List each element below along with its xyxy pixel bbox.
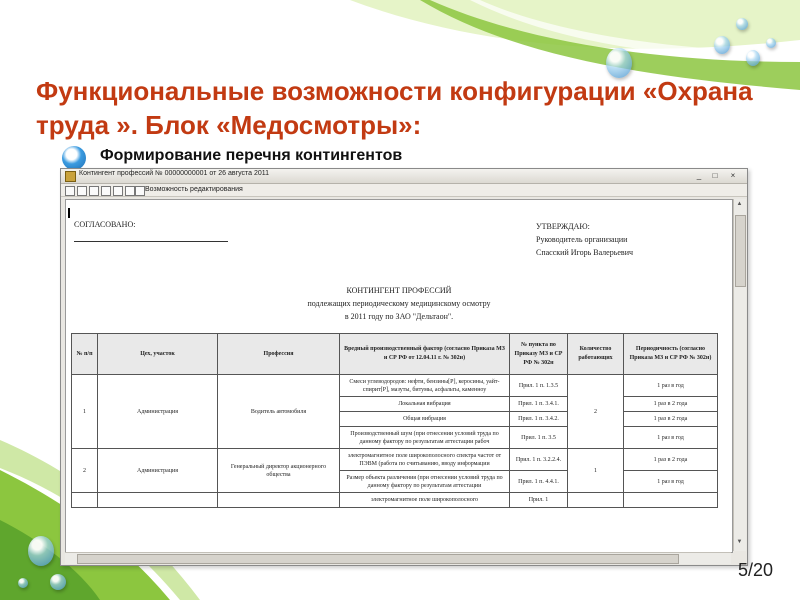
document-subtitle: подлежащих периодическому медицинскому о… [307, 299, 491, 308]
bullet-orb-icon [62, 146, 86, 170]
contingent-table: № п/п Цех, участок Профессия Вредный про… [71, 333, 718, 508]
edit-toggle-label[interactable]: Возможность редактирования [145, 186, 243, 193]
app-window: Контингент профессий № 00000000001 от 26… [60, 168, 748, 566]
row-profession: Водитель автомобиля [217, 374, 340, 449]
water-drop-icon [18, 578, 28, 588]
row-factor: электромагнитное поле широкополосного сп… [339, 448, 510, 471]
bullet-text: Формирование перечня контингентов [100, 147, 403, 164]
page-number: 5/20 [738, 560, 774, 580]
row-factor: Производственный шум (при отнесении усло… [339, 426, 510, 449]
scrollbar-thumb[interactable] [77, 554, 679, 564]
print-icon[interactable] [65, 186, 75, 196]
row-number [71, 492, 98, 508]
row-count: 2 [567, 374, 624, 449]
table-header: Профессия [217, 333, 340, 375]
row-period: 1 раз в 2 года [623, 411, 718, 427]
row-profession [217, 492, 340, 508]
table-row: 2 Администрация Генеральный директор акц… [71, 448, 718, 493]
row-factor: Смеси углеводородов: нефти, бензины[Р], … [339, 374, 510, 397]
approve-block: УТВЕРЖДАЮ: Руководитель организации Спас… [536, 220, 633, 259]
water-drop-icon [714, 36, 730, 54]
approve-heading: УТВЕРЖДАЮ: [536, 222, 590, 231]
paste-icon[interactable] [113, 186, 123, 196]
row-count: 1 [567, 448, 624, 493]
table-header: № п/п [71, 333, 98, 375]
water-drop-icon [766, 38, 776, 48]
horizontal-scrollbar[interactable] [65, 552, 731, 564]
row-period: 1 раз в год [623, 426, 718, 449]
signature-line [74, 241, 228, 242]
approve-role: Руководитель организации [536, 235, 628, 244]
row-period [623, 492, 718, 508]
row-count [567, 492, 624, 508]
row-number: 1 [71, 374, 98, 449]
copy-icon[interactable] [89, 186, 99, 196]
toolbar: Возможность редактирования [61, 184, 747, 197]
water-drop-icon [28, 536, 54, 566]
scroll-up-icon[interactable]: ▲ [735, 201, 744, 211]
minimize-button[interactable]: _ [693, 170, 705, 181]
scrollbar-thumb[interactable] [735, 215, 746, 287]
row-clause: Прил. 1 п. 3.4.1. [509, 396, 568, 412]
row-clause: Прил. 1 п. 3.2.2.4. [509, 448, 568, 471]
table-row: электромагнитное поле широкополосного Пр… [71, 492, 718, 508]
table-header: Количество работающих [567, 333, 624, 375]
table-row: 1 Администрация Водитель автомобиля Смес… [71, 374, 718, 449]
row-number: 2 [71, 448, 98, 493]
vertical-scrollbar[interactable]: ▲ ▼ [733, 199, 746, 551]
row-dept [97, 492, 218, 508]
text-cursor [68, 208, 70, 218]
row-clause: Прил. 1 п. 3.4.2. [509, 411, 568, 427]
row-period: 1 раз в год [623, 374, 718, 397]
maximize-button[interactable]: □ [709, 170, 721, 181]
row-factor: электромагнитное поле широкополосного [339, 492, 510, 508]
slide-title: Функциональные возможности конфигурации … [36, 76, 753, 140]
row-period: 1 раз в 2 года [623, 396, 718, 412]
row-clause: Прил. 1 п. 4.4.1. [509, 470, 568, 493]
document-area[interactable]: СОГЛАСОВАНО: УТВЕРЖДАЮ: Руководитель орг… [65, 199, 733, 553]
cut-icon[interactable] [101, 186, 111, 196]
table-header: Цех, участок [97, 333, 218, 375]
row-dept: Администрация [97, 374, 218, 449]
water-drop-icon [746, 50, 760, 66]
table-header-row: № п/п Цех, участок Профессия Вредный про… [71, 333, 718, 375]
scroll-down-icon[interactable]: ▼ [735, 539, 744, 549]
document-title-block: КОНТИНГЕНТ ПРОФЕССИЙ подлежащих периодич… [66, 284, 732, 323]
row-clause: Прил. 1 [509, 492, 568, 508]
close-button[interactable]: × [727, 170, 739, 181]
row-factor: Локальная вибрация [339, 396, 510, 412]
water-drop-icon [50, 574, 66, 590]
row-profession: Генеральный директор акционерного общест… [217, 448, 340, 493]
app-icon [65, 171, 76, 182]
edit-toggle-icon[interactable] [135, 186, 145, 196]
window-titlebar[interactable]: Контингент профессий № 00000000001 от 26… [61, 169, 747, 184]
table-header: Вредный производственный фактор (согласн… [339, 333, 510, 375]
row-factor: Размер объекта различения (при отнесении… [339, 470, 510, 493]
document-year: в 2011 году по ЗАО "Дельтаон". [344, 312, 454, 321]
row-period: 1 раз в год [623, 470, 718, 493]
agreed-label: СОГЛАСОВАНО: [74, 220, 136, 229]
row-period: 1 раз в 2 года [623, 448, 718, 471]
water-drop-icon [736, 18, 748, 30]
find-icon[interactable] [125, 186, 135, 196]
window-title: Контингент профессий № 00000000001 от 26… [79, 170, 270, 177]
table-header: Периодичность (согласно Приказа МЗ и СР … [623, 333, 718, 375]
row-clause: Прил. 1 п. 3.5 [509, 426, 568, 449]
row-dept: Администрация [97, 448, 218, 493]
row-clause: Прил. 1 п. 1.3.5 [509, 374, 568, 397]
table-header: № пункта по Приказу МЗ и СР РФ № 302н [509, 333, 568, 375]
row-factor: Общая вибрация [339, 411, 510, 427]
save-icon[interactable] [77, 186, 87, 196]
document-title: КОНТИНГЕНТ ПРОФЕССИЙ [346, 286, 452, 295]
approve-name: Спасский Игорь Валерьевич [536, 248, 634, 257]
